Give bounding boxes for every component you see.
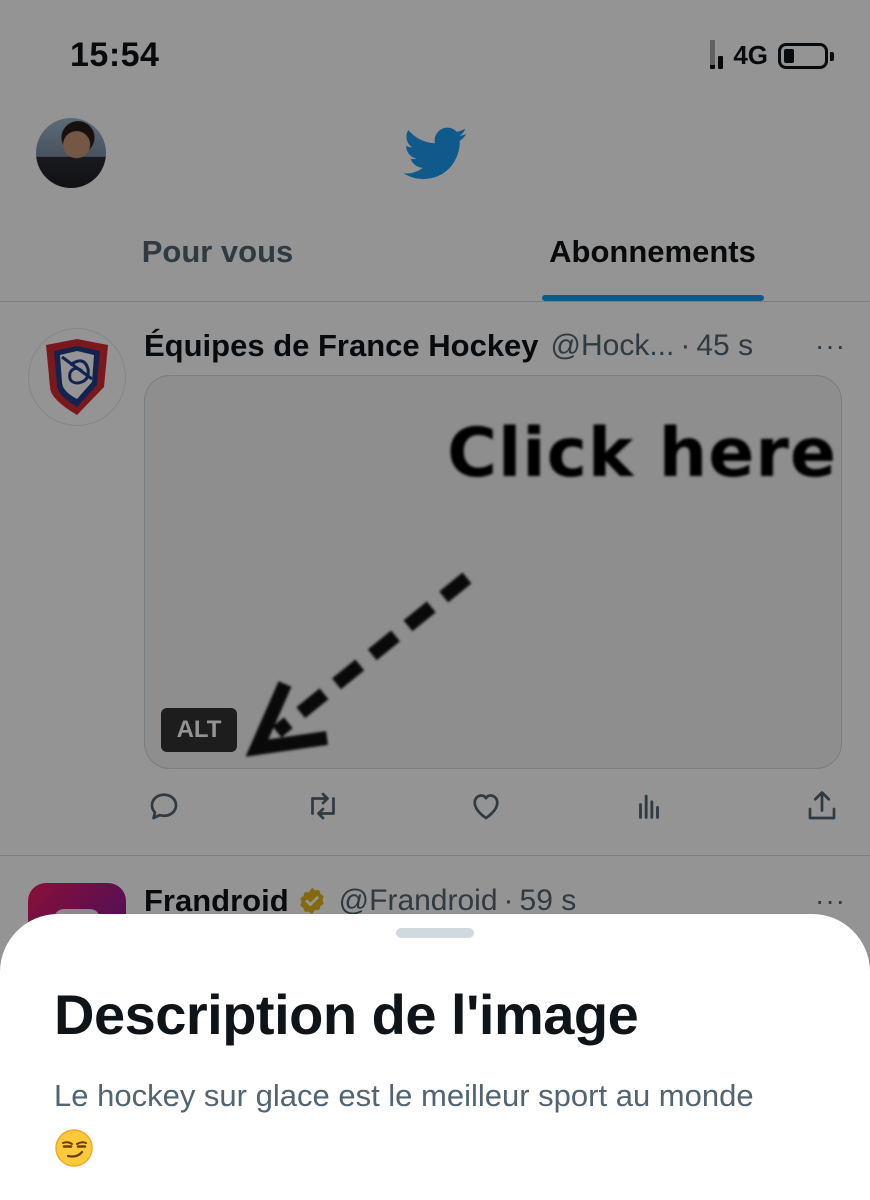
- timeline-screen: 15:54 4G Pour vous Abonnements Équipes d…: [0, 0, 870, 1200]
- image-description: Le hockey sur glace est le meilleur spor…: [54, 1072, 834, 1168]
- image-description-sheet: Description de l'image Le hockey sur gla…: [0, 914, 870, 1200]
- sheet-grabber[interactable]: [396, 928, 474, 938]
- sheet-title: Description de l'image: [54, 983, 639, 1046]
- description-text: Le hockey sur glace est le meilleur spor…: [54, 1078, 754, 1113]
- smirking-face-icon: [55, 1129, 93, 1167]
